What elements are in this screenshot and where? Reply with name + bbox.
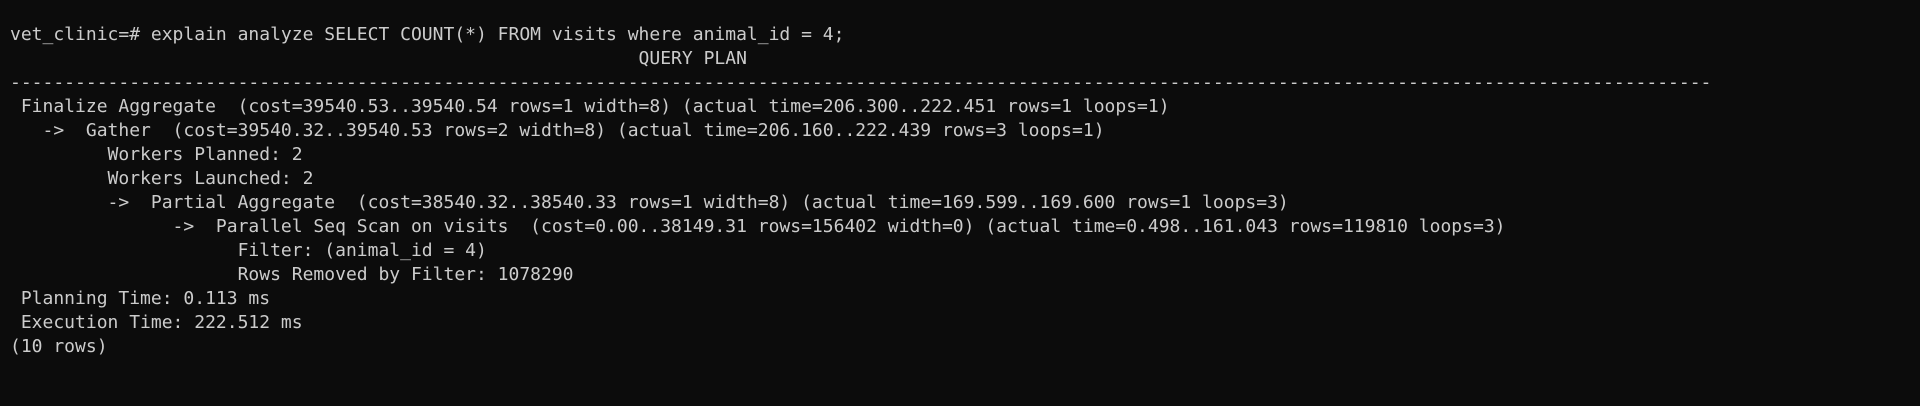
query-plan-header: QUERY PLAN [10, 48, 747, 69]
plan-row-parallel-seq-scan: -> Parallel Seq Scan on visits (cost=0.0… [10, 216, 1506, 237]
planning-time: Planning Time: 0.113 ms [10, 288, 271, 309]
command-line[interactable]: vet_clinic=# explain analyze SELECT COUN… [10, 23, 1920, 47]
row-count-footer: (10 rows) [10, 336, 108, 357]
execution-time: Execution Time: 222.512 ms [10, 312, 303, 333]
plan-row-finalize-aggregate: Finalize Aggregate (cost=39540.53..39540… [10, 96, 1170, 117]
header-separator: ----------------------------------------… [10, 72, 1712, 93]
command-text[interactable]: explain analyze SELECT COUNT(*) FROM vis… [140, 24, 845, 45]
terminal-window[interactable]: vet_clinic=# explain analyze SELECT COUN… [0, 0, 1920, 406]
plan-row-gather: -> Gather (cost=39540.32..39540.53 rows=… [10, 120, 1105, 141]
plan-row-workers-launched: Workers Launched: 2 [10, 168, 314, 189]
plan-row-partial-aggregate: -> Partial Aggregate (cost=38540.32..385… [10, 192, 1289, 213]
plan-row-workers-planned: Workers Planned: 2 [10, 144, 303, 165]
plan-row-filter: Filter: (animal_id = 4) [10, 240, 487, 261]
psql-prompt: vet_clinic=# [10, 24, 141, 45]
plan-row-rows-removed: Rows Removed by Filter: 1078290 [10, 264, 574, 285]
